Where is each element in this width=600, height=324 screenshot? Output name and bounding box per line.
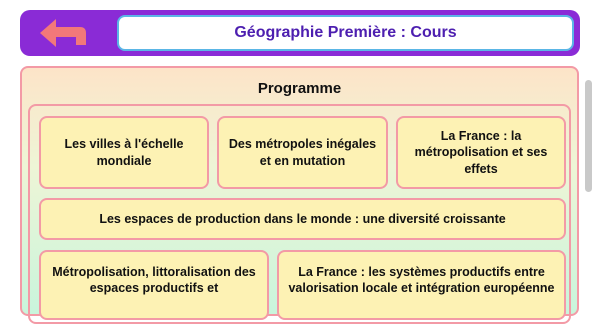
chapter-card-france-metropolisation[interactable]: La France : la métropolisation et ses ef… [396, 116, 566, 189]
back-button[interactable] [28, 13, 98, 53]
chapter-grid: Les villes à l'échelle mondiale Des métr… [28, 104, 571, 324]
back-arrow-icon [40, 19, 86, 47]
program-panel: Programme Les villes à l'échelle mondial… [20, 66, 579, 324]
chapter-card-villes-mondiale[interactable]: Les villes à l'échelle mondiale [39, 116, 209, 189]
chapter-card-metropoles-inegales[interactable]: Des métropoles inégales et en mutation [217, 116, 388, 189]
chapter-card-espaces-production[interactable]: Les espaces de production dans le monde … [39, 198, 566, 240]
chapter-card-metropolisation-littoralisation[interactable]: Métropolisation, littoralisation des esp… [39, 250, 269, 320]
section-title: Programme [257, 80, 342, 97]
header-bar: Géographie Première : Cours [20, 10, 580, 56]
page-title: Géographie Première : Cours [234, 24, 457, 41]
scrollbar[interactable] [585, 80, 592, 192]
chapter-card-france-systemes-productifs[interactable]: La France : les systèmes productifs entr… [277, 250, 566, 320]
page-title-box: Géographie Première : Cours [117, 15, 574, 51]
